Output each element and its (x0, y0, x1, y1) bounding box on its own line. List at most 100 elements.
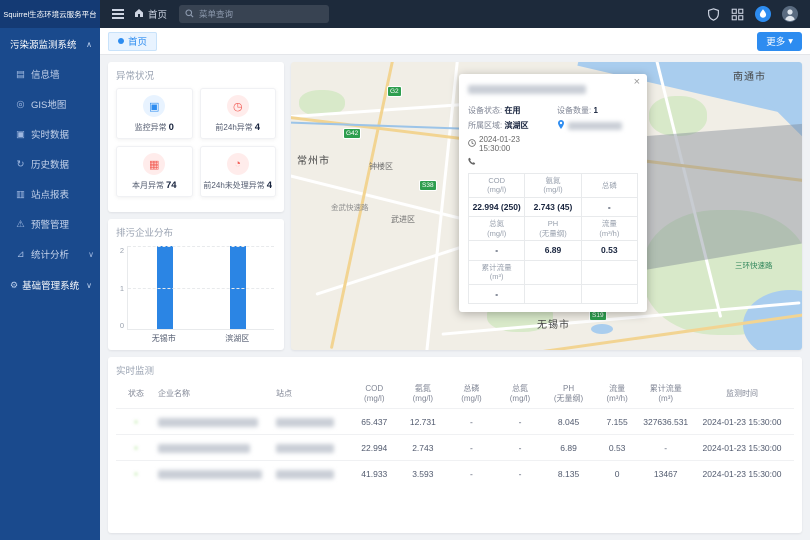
sidebar-item-gis-map[interactable]: ◎ GIS地图 (0, 89, 100, 119)
map-road-label: 三环快速路 (735, 260, 773, 271)
bar-chart-yaxis: 2 1 0 (114, 246, 127, 330)
table-header-row: 状态 企业名称 站点 COD(mg/l) 氨氮(mg/l) 总磷(mg/l) 总… (116, 380, 794, 408)
stat-value: 4 (255, 122, 260, 133)
gis-map[interactable]: 靖江市 南通市 常州市 钟楼区 武进区 无锡市 金武快速路 三环快速路 G2 G… (291, 62, 802, 350)
site-report-icon: ▥ (15, 189, 26, 200)
more-button[interactable]: 更多▾ (757, 32, 802, 51)
stat-value: 0 (169, 122, 174, 133)
breadcrumb-home-label: 首页 (148, 7, 167, 21)
chevron-down-icon: ∨ (88, 250, 94, 259)
topbar: Squirrel生态环境云服务平台 首页 (0, 0, 810, 28)
site-name-redacted (276, 418, 334, 427)
site-name-redacted (276, 470, 334, 479)
app-window: Squirrel生态环境云服务平台 首页 (0, 0, 810, 540)
shield-icon[interactable] (707, 8, 720, 21)
app-logo: Squirrel生态环境云服务平台 (0, 0, 100, 28)
chart-title: 排污企业分布 (108, 219, 284, 242)
address-redacted (568, 122, 622, 130)
enterprise-name-redacted (158, 444, 250, 453)
map-district-label: 武进区 (391, 214, 415, 225)
map-city-label: 常州市 (297, 152, 330, 167)
monitor-table: 状态 企业名称 站点 COD(mg/l) 氨氮(mg/l) 总磷(mg/l) 总… (108, 380, 802, 492)
tab-home[interactable]: 首页 (108, 32, 157, 51)
bar-chart: 2 1 0 (108, 242, 284, 330)
water-drop-logo-icon[interactable] (755, 6, 771, 22)
menu-collapse-icon[interactable] (112, 9, 124, 19)
station-info-popup: × 设备状态: 在用 设备数量: 1 所属区域: 滨湖区 2024-01-23 … (459, 74, 647, 312)
stat-value: 74 (166, 180, 177, 191)
gis-map-icon: ◎ (15, 99, 26, 110)
chevron-down-icon: ∨ (86, 281, 92, 290)
stat-card-monitor-abnormal: ▣ 监控异常0 (116, 88, 193, 139)
monitor-icon: ▣ (143, 95, 165, 117)
stat-card-24h-unhandled: ◔ 前24h未处理异常4 (200, 146, 277, 197)
clock-icon: ◷ (227, 95, 249, 117)
bar-x-label: 无锡市 (152, 333, 176, 344)
bar-chart-xlabels: 无锡市 滨湖区 (108, 330, 284, 344)
popup-metrics-table: COD(mg/l) 氨氮(mg/l) 总磷 22.994 (250) 2.743… (468, 173, 638, 304)
enterprise-name-redacted (158, 470, 262, 479)
panel-title: 实时监测 (108, 357, 802, 380)
sidebar-item-history-data[interactable]: ↻ 历史数据 (0, 149, 100, 179)
device-count: 设备数量: 1 (557, 105, 638, 116)
map-city-label: 南通市 (733, 68, 766, 83)
stat-card-24h-abnormal: ◷ 前24h异常4 (200, 88, 277, 139)
pin-icon (557, 120, 565, 131)
station-name-redacted (468, 85, 586, 94)
chevron-down-icon: ▾ (788, 36, 793, 47)
realtime-data-icon: ▣ (15, 129, 26, 140)
sidebar-item-warning-management[interactable]: ⚠ 预警管理 (0, 209, 100, 239)
alert-cards: ▣ 监控异常0 ◷ 前24h异常4 ▦ 本月异常74 ◔ (108, 85, 284, 205)
panel-title: 异常状况 (108, 62, 284, 85)
gridline (128, 288, 274, 289)
sidebar-group-label: 污染源监测系统 (10, 37, 77, 51)
chevron-up-icon: ∧ (86, 40, 92, 49)
region: 所属区域: 滨湖区 (468, 120, 553, 131)
sidebar-group-basic-management[interactable]: ⚙ 基础管理系统 ∨ (0, 269, 100, 300)
bar-chart-plot (127, 246, 274, 330)
phone-row (468, 157, 553, 167)
table-row[interactable]: 41.933 3.593 - - 8.135 0 13467 2024-01-2… (116, 460, 794, 486)
address-row (557, 120, 638, 131)
calendar-icon: ▦ (143, 153, 165, 175)
info-wall-icon: ▤ (15, 69, 26, 80)
enterprise-name-redacted (158, 418, 258, 427)
tags-bar: 首页 更多▾ (100, 28, 810, 55)
breadcrumb[interactable]: 首页 (134, 7, 167, 21)
highway-badge: S38 (419, 180, 437, 191)
apps-grid-icon[interactable] (731, 8, 744, 21)
gear-icon: ⚙ (10, 280, 18, 291)
map-green-area (649, 96, 707, 136)
sidebar-item-site-report[interactable]: ▥ 站点报表 (0, 179, 100, 209)
stat-value: 4 (267, 180, 272, 191)
sidebar-group-label: 基础管理系统 (22, 278, 79, 292)
sidebar-item-realtime-data[interactable]: ▣ 实时数据 (0, 119, 100, 149)
close-icon[interactable]: × (634, 77, 640, 88)
highway-badge: G42 (343, 128, 361, 139)
tab-active-dot (118, 38, 124, 44)
history-data-icon: ↻ (15, 159, 26, 170)
table-row[interactable]: 22.994 2.743 - - 6.89 0.53 - 2024-01-23 … (116, 434, 794, 460)
map-road-label: 金武快速路 (331, 202, 369, 213)
bar-x-label: 滨湖区 (225, 333, 249, 344)
map-city-label: 无锡市 (537, 316, 570, 331)
sidebar-item-info-wall[interactable]: ▤ 信息墙 (0, 59, 100, 89)
alarm-icon: ◔ (227, 153, 249, 175)
user-avatar[interactable] (782, 6, 798, 22)
clock-icon (468, 139, 476, 149)
sidebar-item-statistics[interactable]: ⊿ 统计分析 ∨ (0, 239, 100, 269)
highway-badge: G2 (387, 86, 402, 97)
search-input[interactable] (199, 9, 323, 19)
enterprise-distribution-panel: 排污企业分布 2 1 0 无锡市 滨湖区 (108, 219, 284, 350)
main-content: 异常状况 ▣ 监控异常0 ◷ 前24h异常4 ▦ 本月异常74 (100, 55, 810, 540)
home-icon (134, 8, 144, 21)
menu-search[interactable] (179, 5, 329, 23)
table-row[interactable]: 65.437 12.731 - - 8.045 7.155 327636.531… (116, 408, 794, 434)
device-status: 设备状态: 在用 (468, 105, 553, 116)
statistics-icon: ⊿ (15, 249, 26, 260)
stat-card-month-abnormal: ▦ 本月异常74 (116, 146, 193, 197)
left-column: 异常状况 ▣ 监控异常0 ◷ 前24h异常4 ▦ 本月异常74 (108, 62, 284, 350)
search-icon (185, 5, 194, 23)
warning-icon: ⚠ (15, 219, 26, 230)
sidebar-group-pollution-monitoring[interactable]: 污染源监测系统 ∧ (0, 28, 100, 59)
